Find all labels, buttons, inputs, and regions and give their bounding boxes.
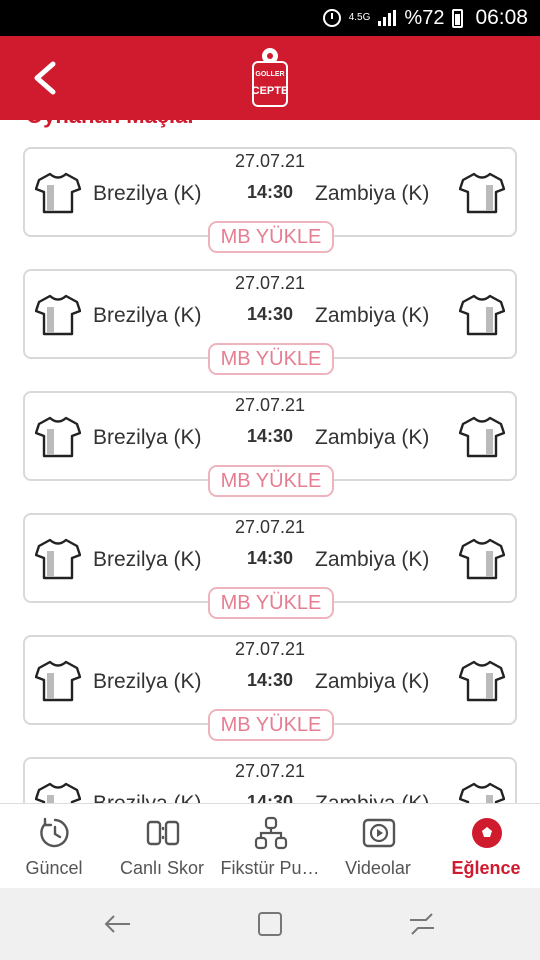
kickoff-time: 14:30: [246, 182, 294, 202]
bottom-nav: Güncel Canlı Skor Fikstür Pu… Videolar E…: [0, 803, 540, 888]
jersey-icon: [459, 782, 505, 803]
logo-text-bottom: CEPTE: [252, 85, 289, 97]
away-team: Zambiya (K): [315, 792, 429, 803]
logo-text-top: GOLLER: [255, 71, 284, 78]
app-bar: GOLLER CEPTE: [0, 36, 540, 120]
signal-icon: [378, 10, 397, 26]
alarm-icon: [322, 9, 341, 27]
system-nav-bar: [0, 888, 540, 960]
nav-label: Fikstür Pu…: [220, 858, 320, 878]
jersey-icon: [459, 416, 505, 458]
section-title: Oynanan Maçlar: [26, 120, 196, 129]
mb-load-button[interactable]: MB YÜKLE: [208, 587, 334, 619]
nav-item-eglence[interactable]: Eğlence: [432, 804, 540, 889]
kickoff-time: 14:30: [246, 548, 294, 568]
match-card[interactable]: 27.07.21 Brezilya (K) 14:30 Zambiya (K) MB Y…: [23, 269, 517, 375]
match-date: 27.07.21: [234, 517, 306, 537]
match-card[interactable]: 27.07.21Brezilya (K)14:30Zambiya (K): [23, 757, 517, 803]
match-date: 27.07.21: [234, 761, 306, 781]
home-icon[interactable]: [254, 908, 286, 940]
back-arrow-icon: [34, 61, 56, 95]
match-card[interactable]: 27.07.21 Brezilya (K) 14:30 Zambiya (K) MB Y…: [23, 513, 517, 619]
match-date: 27.07.21: [234, 273, 306, 293]
jersey-icon: [459, 660, 505, 702]
away-team: Zambiya (K): [315, 426, 430, 449]
jersey-icon: [459, 538, 505, 580]
nav-label: Videolar: [345, 858, 411, 878]
nav-label: Güncel: [25, 858, 83, 878]
nav-item-canli-skor[interactable]: Canlı Skor: [108, 804, 216, 889]
network-type: 4.5G: [348, 12, 371, 23]
mb-load-button[interactable]: MB YÜKLE: [208, 221, 334, 253]
scoreboard-icon: [146, 820, 180, 846]
match-date: 27.07.21: [234, 639, 306, 659]
mb-load-button[interactable]: MB YÜKLE: [208, 709, 334, 741]
away-team: Zambiya (K): [315, 548, 430, 571]
nav-item-guncel[interactable]: Güncel: [0, 804, 108, 889]
match-card[interactable]: 27.07.21 Brezilya (K) 14:30 Zambiya (K) MB Y…: [23, 635, 517, 741]
jersey-icon: [459, 294, 505, 336]
match-list[interactable]: Oynanan Maçlar 27.07.21Brezilya (K)14:30…: [0, 120, 540, 803]
kickoff-time: 14:30: [246, 304, 294, 324]
status-bar: 4.5G %72 06:08: [0, 0, 540, 36]
mb-load-button[interactable]: MB YÜKLE: [208, 343, 334, 375]
away-team: Zambiya (K): [315, 670, 430, 693]
match-card[interactable]: 27.07.21 Brezilya (K) 14:30 Zambiya (K) MB Y…: [23, 147, 517, 253]
nav-item-fikstur[interactable]: Fikstür Pu…: [216, 804, 324, 889]
fixture-bracket-icon: [254, 816, 288, 850]
clock-icon: [40, 817, 69, 848]
ball-icon: [472, 818, 502, 848]
nav-label: Eğlence: [451, 858, 521, 878]
mb-load-button[interactable]: MB YÜKLE: [208, 465, 334, 497]
kickoff-time: 14:30: [246, 670, 294, 690]
nav-item-videolar[interactable]: Videolar: [324, 804, 432, 889]
play-icon: [362, 818, 396, 848]
jersey-icon: [459, 172, 505, 214]
recent-apps-icon[interactable]: [406, 908, 438, 940]
back-button[interactable]: [22, 54, 68, 102]
clock-time: 06:08: [475, 6, 528, 29]
match-card[interactable]: 27.07.21 Brezilya (K) 14:30 Zambiya (K) MB Y…: [23, 391, 517, 497]
away-team: Zambiya (K): [315, 304, 430, 327]
battery-icon: [452, 8, 464, 28]
away-team: Zambiya (K): [315, 182, 430, 205]
nav-label: Canlı Skor: [119, 858, 205, 878]
back-icon[interactable]: [102, 908, 134, 940]
match-date: 27.07.21: [234, 395, 306, 415]
battery-percent: %72: [404, 6, 445, 29]
kickoff-time: 14:30: [246, 792, 294, 803]
match-date: 27.07.21: [234, 151, 306, 171]
kickoff-time: 14:30: [246, 426, 294, 446]
app-logo: GOLLER CEPTE: [252, 48, 289, 107]
